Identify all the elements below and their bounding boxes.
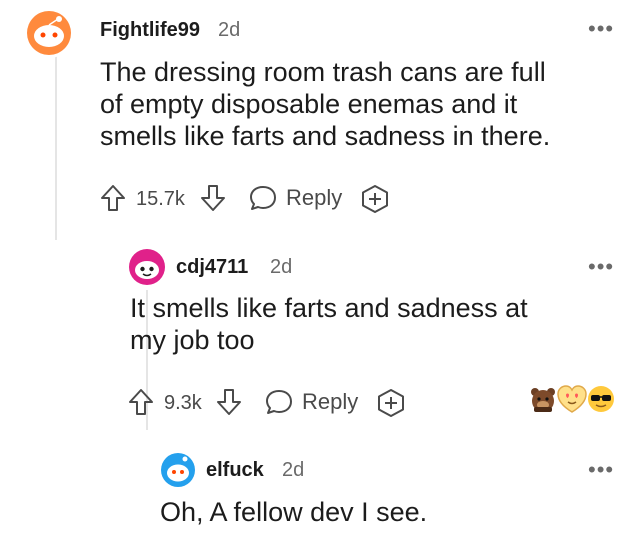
- bear-award-icon: [531, 388, 555, 412]
- upvote-arrow-icon: [101, 185, 125, 211]
- add-award-icon: [378, 389, 404, 417]
- comment-text-line: my job too: [130, 325, 255, 355]
- more-options-button[interactable]: •••: [588, 18, 614, 40]
- snoo-avatar-icon: [161, 453, 195, 487]
- heart-eyes-award-icon: [557, 385, 587, 413]
- award-button[interactable]: [376, 388, 406, 418]
- upvote-button[interactable]: [128, 388, 154, 416]
- downvote-button[interactable]: [200, 184, 226, 212]
- comment-text-line: Oh, A fellow dev I see.: [160, 497, 428, 527]
- comment-age: 2d: [270, 256, 293, 278]
- vote-count: 9.3k: [164, 392, 202, 414]
- downvote-arrow-icon: [217, 389, 241, 415]
- sunglasses-award-icon: [588, 386, 614, 412]
- comment-age: 2d: [282, 459, 305, 481]
- downvote-button[interactable]: [216, 388, 242, 416]
- comment-text-line: smells like farts and sadness in there.: [100, 121, 551, 151]
- downvote-arrow-icon: [201, 185, 225, 211]
- more-options-button[interactable]: •••: [588, 256, 614, 278]
- reply-label: Reply: [286, 185, 343, 210]
- thread-line: [55, 52, 57, 240]
- snoo-avatar-icon: [27, 11, 71, 55]
- chat-bubble-icon: [266, 390, 292, 414]
- add-award-icon: [362, 185, 388, 213]
- comment-text-line: It smells like farts and sadness at: [130, 293, 528, 323]
- comment-age: 2d: [218, 19, 241, 41]
- comment-body: The dressing room trash cans are full of…: [100, 56, 630, 152]
- upvote-button[interactable]: [100, 184, 126, 212]
- comment-body: Oh, A fellow dev I see.: [160, 496, 620, 528]
- vote-count: 15.7k: [136, 188, 185, 210]
- avatar[interactable]: [160, 452, 196, 488]
- awards-row[interactable]: [528, 382, 620, 416]
- comment-text-line: The dressing room trash cans are full: [100, 57, 546, 87]
- comment-body: It smells like farts and sadness at my j…: [130, 292, 620, 356]
- comment-username[interactable]: Fightlife99: [100, 19, 200, 42]
- chat-bubble-icon: [250, 186, 276, 210]
- avatar[interactable]: [24, 8, 74, 58]
- reply-button[interactable]: Reply: [264, 388, 358, 416]
- comment-username[interactable]: elfuck: [206, 459, 264, 482]
- reply-button[interactable]: Reply: [248, 184, 342, 212]
- more-options-button[interactable]: •••: [588, 459, 614, 481]
- upvote-arrow-icon: [129, 389, 153, 415]
- reply-label: Reply: [302, 389, 359, 414]
- snoo-avatar-icon: [129, 249, 165, 285]
- comment-username[interactable]: cdj4711: [176, 256, 248, 279]
- comment-text-line: of empty disposable enemas and it: [100, 89, 518, 119]
- avatar[interactable]: [128, 248, 166, 286]
- award-button[interactable]: [360, 184, 390, 214]
